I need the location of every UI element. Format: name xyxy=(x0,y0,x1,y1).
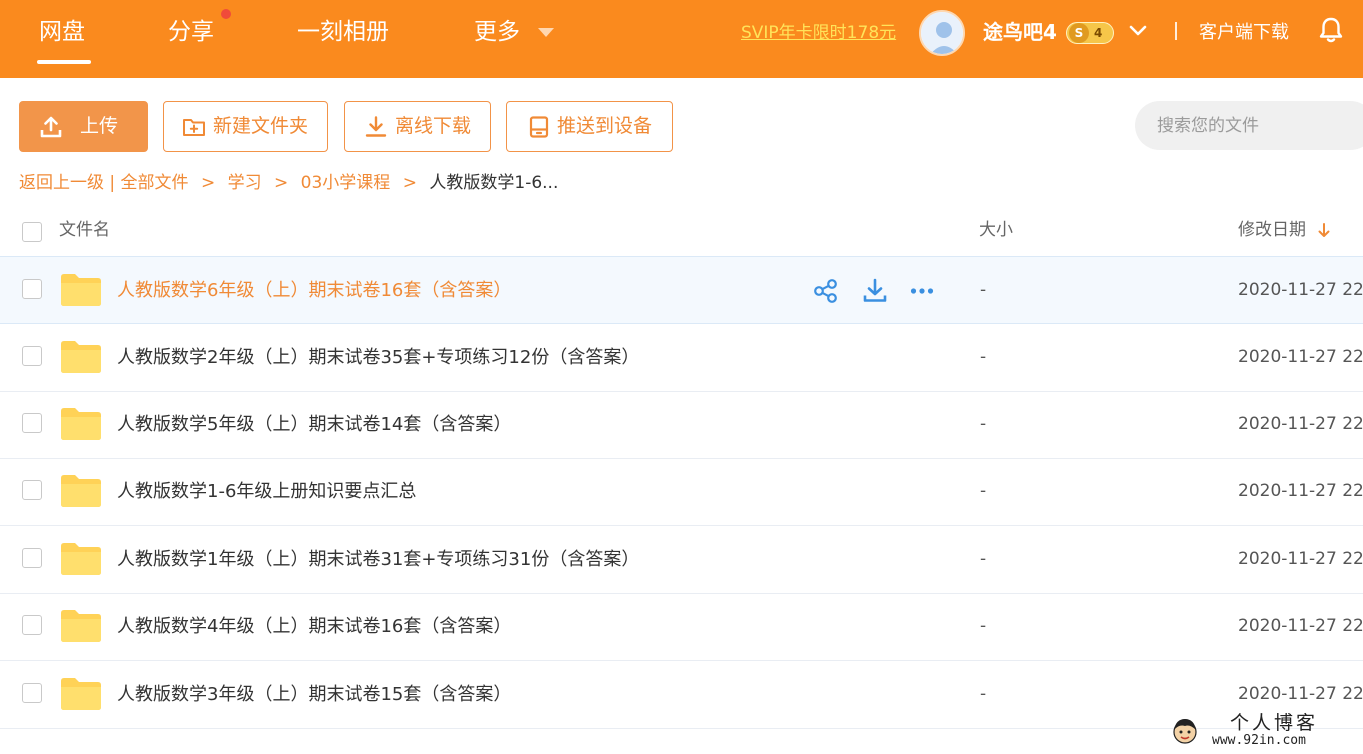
notification-dot xyxy=(221,9,231,19)
table-row[interactable]: 人教版数学1-6年级上册知识要点汇总 - 2020-11-27 22:31 xyxy=(0,458,1363,526)
watermark-title: 个人博客 xyxy=(1230,712,1319,734)
file-size: - xyxy=(980,414,987,434)
folder-icon xyxy=(61,543,101,575)
file-date: 2020-11-27 22:31 xyxy=(1238,414,1363,434)
vip-level-number: 4 xyxy=(1094,26,1103,40)
avatar[interactable] xyxy=(919,10,965,56)
file-date: 2020-11-27 22:31 xyxy=(1238,280,1363,300)
folder-icon xyxy=(61,341,101,373)
upload-label: 上传 xyxy=(80,115,119,137)
file-name[interactable]: 人教版数学1年级（上）期末试卷31套+专项练习31份（含答案） xyxy=(117,547,639,572)
breadcrumb-separator: > xyxy=(274,173,289,193)
file-date: 2020-11-27 22:31 xyxy=(1238,616,1363,636)
topbar-divider xyxy=(1175,22,1177,40)
svip-promo-link[interactable]: SVIP年卡限时178元 xyxy=(741,21,896,45)
nav-share[interactable]: 分享 xyxy=(168,16,214,48)
column-header-date[interactable]: 修改日期 xyxy=(1238,218,1306,242)
table-header: 文件名 大小 修改日期 xyxy=(0,206,1363,256)
folder-icon xyxy=(61,678,101,710)
file-date: 2020-11-27 22:31 xyxy=(1238,549,1363,569)
breadcrumb: 返回上一级 | 全部文件 > 学习 > 03小学课程 > 人教版数学1-6... xyxy=(19,171,558,195)
push-to-device-button[interactable]: 推送到设备 xyxy=(506,101,673,152)
download-icon xyxy=(365,116,387,137)
nav-more[interactable]: 更多 xyxy=(474,16,520,48)
table-row[interactable]: 人教版数学1年级（上）期末试卷31套+专项练习31份（含答案） - 2020-1… xyxy=(0,526,1363,594)
folder-icon xyxy=(61,475,101,507)
device-icon xyxy=(529,116,549,138)
breadcrumb-bar: | xyxy=(109,173,116,193)
nav-netdisk[interactable]: 网盘 xyxy=(39,16,85,48)
table-row[interactable]: 人教版数学6年级（上）期末试卷16套（含答案） - 2020-11-27 22:… xyxy=(0,256,1363,324)
chevron-down-icon[interactable] xyxy=(1129,24,1147,38)
folder-icon xyxy=(61,408,101,440)
new-folder-icon xyxy=(183,119,205,136)
nav-moment-album[interactable]: 一刻相册 xyxy=(297,16,389,48)
share-icon[interactable] xyxy=(813,278,839,304)
select-all-checkbox[interactable] xyxy=(22,222,42,242)
table-row[interactable]: 人教版数学5年级（上）期末试卷14套（含答案） - 2020-11-27 22:… xyxy=(0,391,1363,459)
file-date: 2020-11-27 22:31 xyxy=(1238,684,1363,704)
file-name[interactable]: 人教版数学2年级（上）期末试卷35套+专项练习12份（含答案） xyxy=(117,345,639,370)
watermark-cartoon-icon xyxy=(1173,719,1197,744)
row-checkbox[interactable] xyxy=(22,279,42,299)
new-folder-label: 新建文件夹 xyxy=(213,115,309,137)
new-folder-button[interactable]: 新建文件夹 xyxy=(163,101,328,152)
file-size: - xyxy=(980,347,987,367)
search-input[interactable] xyxy=(1135,101,1363,150)
client-download-link[interactable]: 客户端下载 xyxy=(1199,20,1289,46)
upload-icon xyxy=(40,116,62,138)
file-size: - xyxy=(980,481,987,501)
file-name[interactable]: 人教版数学1-6年级上册知识要点汇总 xyxy=(117,479,416,504)
row-checkbox[interactable] xyxy=(22,346,42,366)
file-size: - xyxy=(980,616,987,636)
file-size: - xyxy=(980,684,987,704)
push-to-device-label: 推送到设备 xyxy=(557,115,653,137)
row-checkbox[interactable] xyxy=(22,548,42,568)
offline-download-button[interactable]: 离线下载 xyxy=(344,101,491,152)
sort-descending-icon[interactable] xyxy=(1317,223,1331,239)
download-icon[interactable] xyxy=(862,278,888,304)
row-checkbox[interactable] xyxy=(22,413,42,433)
row-checkbox[interactable] xyxy=(22,683,42,703)
offline-download-label: 离线下载 xyxy=(395,115,472,137)
file-size: - xyxy=(980,280,987,300)
file-name[interactable]: 人教版数学4年级（上）期末试卷16套（含答案） xyxy=(117,614,511,639)
file-name[interactable]: 人教版数学5年级（上）期末试卷14套（含答案） xyxy=(117,412,511,437)
breadcrumb-all-files[interactable]: 全部文件 xyxy=(121,173,189,193)
nav-active-indicator xyxy=(37,60,91,64)
upload-button[interactable]: 上传 xyxy=(19,101,148,152)
file-size: - xyxy=(980,549,987,569)
vip-coin-icon: S xyxy=(1069,23,1089,43)
back-link[interactable]: 返回上一级 xyxy=(19,173,104,193)
table-row[interactable]: 人教版数学2年级（上）期末试卷35套+专项练习12份（含答案） - 2020-1… xyxy=(0,324,1363,392)
caret-down-icon[interactable] xyxy=(538,28,554,37)
column-header-size[interactable]: 大小 xyxy=(979,218,1013,242)
folder-icon xyxy=(61,274,101,306)
file-date: 2020-11-27 22:31 xyxy=(1238,347,1363,367)
breadcrumb-current: 人教版数学1-6... xyxy=(429,173,559,193)
column-header-name[interactable]: 文件名 xyxy=(59,218,110,242)
breadcrumb-study[interactable]: 学习 xyxy=(228,173,262,193)
breadcrumb-separator: > xyxy=(402,173,417,193)
file-date: 2020-11-27 22:31 xyxy=(1238,481,1363,501)
breadcrumb-primary-course[interactable]: 03小学课程 xyxy=(301,173,391,193)
row-checkbox[interactable] xyxy=(22,615,42,635)
file-name[interactable]: 人教版数学3年级（上）期末试卷15套（含答案） xyxy=(117,682,511,707)
top-navigation-bar: 网盘 分享 一刻相册 更多 SVIP年卡限时178元 途鸟吧4 S 4 客户端下… xyxy=(0,0,1363,78)
table-row[interactable]: 人教版数学4年级（上）期末试卷16套（含答案） - 2020-11-27 22:… xyxy=(0,593,1363,661)
watermark-url: www.92in.com xyxy=(1212,733,1306,748)
table-row[interactable]: 人教版数学3年级（上）期末试卷15套（含答案） - 2020-11-27 22:… xyxy=(0,661,1363,729)
file-name[interactable]: 人教版数学6年级（上）期末试卷16套（含答案） xyxy=(117,278,511,303)
row-checkbox[interactable] xyxy=(22,480,42,500)
more-icon[interactable] xyxy=(909,278,935,304)
folder-icon xyxy=(61,610,101,642)
username[interactable]: 途鸟吧4 xyxy=(983,17,1057,47)
breadcrumb-separator: > xyxy=(200,173,216,193)
bell-icon[interactable] xyxy=(1317,16,1345,44)
